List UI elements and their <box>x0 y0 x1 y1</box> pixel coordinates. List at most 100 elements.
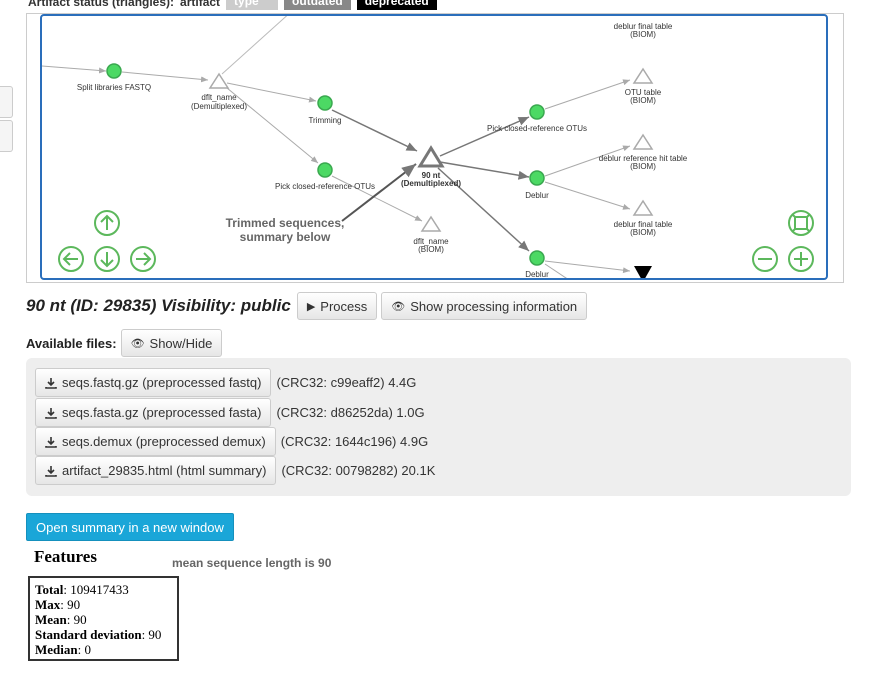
file-name: seqs.fasta.gz (preprocessed fasta) <box>62 405 262 420</box>
node-deblur-bottom[interactable] <box>529 250 545 266</box>
stat-value: : 109417433 <box>63 582 129 597</box>
stat-row: Standard deviation: 90 <box>35 627 172 642</box>
play-icon: ▶ <box>306 300 316 313</box>
label-pick-closed-left: Pick closed-reference OTUs <box>275 182 375 191</box>
file-row: seqs.fastq.gz (preprocessed fastq) (CRC3… <box>35 368 416 397</box>
file-row: seqs.fasta.gz (preprocessed fasta) (CRC3… <box>35 398 425 427</box>
show-processing-info-button[interactable]: 👁 Show processing information <box>381 292 588 320</box>
file-meta: (CRC32: c99eaff2) 4.4G <box>276 375 417 390</box>
download-file-button[interactable]: seqs.fasta.gz (preprocessed fasta) <box>35 398 272 427</box>
available-files-label: Available files: <box>26 335 117 351</box>
artifact-header: 90 nt (ID: 29835) Visibility: public ▶ P… <box>26 292 588 320</box>
stat-value: : 0 <box>77 642 91 657</box>
label-deblur-bottom: Deblur <box>525 270 549 279</box>
stat-value: : 90 <box>66 612 87 627</box>
download-icon <box>45 407 57 419</box>
fit-icon[interactable] <box>788 210 814 236</box>
artifact-dflt-biom[interactable] <box>420 215 442 232</box>
label-dflt-biom-2: (BIOM) <box>418 245 444 254</box>
legend-type-chip: type <box>226 0 279 10</box>
network-edges <box>42 16 631 278</box>
eye-icon: 👁 <box>391 300 406 313</box>
file-meta: (CRC32: 00798282) 20.1K <box>281 463 436 478</box>
zoom-in-icon[interactable] <box>788 246 814 272</box>
artifact-dflt-demux[interactable] <box>208 72 230 89</box>
artifact-title: 90 nt (ID: 29835) Visibility: public <box>26 296 291 315</box>
features-note: mean sequence length is 90 <box>172 556 332 570</box>
artifact-deblur-ref-hit[interactable] <box>632 133 654 150</box>
process-label: Process <box>320 298 368 314</box>
node-split-libraries[interactable] <box>106 63 122 79</box>
zoom-up-icon[interactable] <box>94 210 120 236</box>
label-90nt-2: (Demultiplexed) <box>401 179 461 188</box>
node-trimming[interactable] <box>317 95 333 111</box>
zoom-out-icon[interactable] <box>752 246 778 272</box>
node-pick-closed-right[interactable] <box>529 104 545 120</box>
legend-label: Artifact status (triangles): <box>28 0 175 9</box>
label-pick-closed-right: Pick closed-reference OTUs <box>487 124 587 133</box>
label-otu-table-2: (BIOM) <box>630 96 656 105</box>
stat-label: Standard deviation <box>35 627 142 642</box>
node-labels: Split libraries FASTQ dflt_name (Demulti… <box>77 22 688 279</box>
node-pick-closed-left[interactable] <box>317 162 333 178</box>
available-files-header: Available files: 👁 Show/Hide <box>26 329 223 357</box>
stat-row: Median: 0 <box>35 642 172 657</box>
features-stats: Total: 109417433 Max: 90 Mean: 90 Standa… <box>28 576 179 661</box>
files-panel: seqs.fastq.gz (preprocessed fastq) (CRC3… <box>26 358 851 496</box>
stat-value: : 90 <box>60 597 81 612</box>
show-hide-files-button[interactable]: 👁 Show/Hide <box>120 329 223 357</box>
features-heading: Features <box>34 547 97 566</box>
pan-left-icon[interactable] <box>58 246 84 272</box>
stat-label: Total <box>35 582 64 597</box>
artifact-90nt[interactable] <box>417 145 445 168</box>
side-tab-lower[interactable] <box>0 120 13 152</box>
label-deblur-final-top-2: (BIOM) <box>630 30 656 39</box>
pan-right-icon[interactable] <box>130 246 156 272</box>
eye-icon: 👁 <box>130 337 145 350</box>
stat-label: Median <box>35 642 78 657</box>
stat-row: Total: 109417433 <box>35 582 172 597</box>
stat-value: : 90 <box>141 627 162 642</box>
legend-artifact: artifact <box>180 0 221 9</box>
network-graph[interactable]: Split libraries FASTQ dflt_name (Demulti… <box>42 16 828 280</box>
file-meta: (CRC32: 1644c196) 4.9G <box>280 434 429 449</box>
process-button[interactable]: ▶ Process <box>296 292 378 320</box>
label-deblur-final-mid-2: (BIOM) <box>630 228 656 237</box>
download-file-button[interactable]: seqs.demux (preprocessed demux) <box>35 427 276 456</box>
annotation: Trimmed sequences, summary below <box>226 216 345 244</box>
file-name: artifact_29835.html (html summary) <box>62 463 267 478</box>
stat-label: Mean <box>35 612 67 627</box>
download-icon <box>45 436 57 448</box>
download-file-button[interactable]: artifact_29835.html (html summary) <box>35 456 277 485</box>
annotation-line-2: summary below <box>240 230 331 244</box>
file-name: seqs.demux (preprocessed demux) <box>62 434 266 449</box>
file-name: seqs.fastq.gz (preprocessed fastq) <box>62 375 262 390</box>
artifact-deblur-final-mid[interactable] <box>632 199 654 216</box>
label-dflt-demux-1: dflt_name <box>201 93 237 102</box>
legend-deprecated-chip: deprecated <box>356 0 437 10</box>
artifact-deprecated[interactable] <box>634 266 652 280</box>
show-info-label: Show processing information <box>410 298 578 314</box>
label-split-libraries: Split libraries FASTQ <box>77 83 151 92</box>
stat-row: Mean: 90 <box>35 612 172 627</box>
label-deblur-ref-hit-2: (BIOM) <box>630 162 656 171</box>
label-deblur-mid: Deblur <box>525 191 549 200</box>
stat-row: Max: 90 <box>35 597 172 612</box>
label-dflt-demux-2: (Demultiplexed) <box>191 102 247 111</box>
show-hide-label: Show/Hide <box>149 335 213 351</box>
file-row: artifact_29835.html (html summary) (CRC3… <box>35 456 435 485</box>
pan-down-icon[interactable] <box>94 246 120 272</box>
legend-outdated-chip: outdated <box>284 0 351 10</box>
download-icon <box>45 465 57 477</box>
stat-label: Max <box>35 597 61 612</box>
download-file-button[interactable]: seqs.fastq.gz (preprocessed fastq) <box>35 368 272 397</box>
node-deblur-mid[interactable] <box>529 170 545 186</box>
artifact-otu-table[interactable] <box>632 67 654 84</box>
label-trimming: Trimming <box>308 116 341 125</box>
file-meta: (CRC32: d86252da) 1.0G <box>276 405 425 420</box>
processing-network[interactable]: Split libraries FASTQ dflt_name (Demulti… <box>40 14 828 280</box>
open-summary-button[interactable]: Open summary in a new window <box>26 513 234 541</box>
artifact-status-legend: Artifact status (triangles): artifact ty… <box>28 0 437 10</box>
annotation-line-1: Trimmed sequences, <box>226 216 345 230</box>
side-tab-upper[interactable] <box>0 86 13 118</box>
